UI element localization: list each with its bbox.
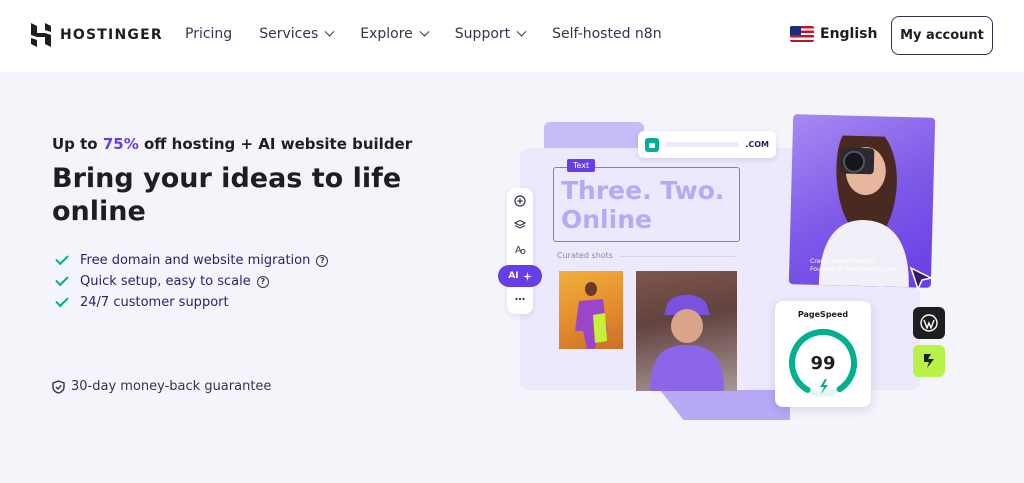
check-icon [55,293,69,308]
wordpress-badge [913,307,945,339]
feature-text: 24/7 customer support [80,295,229,310]
url-suffix: .COM [745,140,769,149]
language-label: English [820,26,878,42]
photo-woman-purple-hat [636,271,737,391]
money-back-guarantee: 30-day money-back guarantee [52,379,271,394]
help-icon[interactable]: ? [256,275,269,288]
pagespeed-card: PageSpeed 99 [775,301,871,407]
hero-title: Bring your ideas to life online [52,163,402,227]
url-bar: .COM [638,131,776,158]
page: HOSTINGER Pricing Services Explore Suppo… [0,0,1024,483]
decorative-shape [660,390,790,420]
check-icon [55,272,69,287]
svg-text:A: A [515,245,522,255]
mock-headline-line2: Online [561,205,652,234]
text-tag: Text [567,159,596,172]
more-icon [513,292,527,306]
styles-icon: A [513,242,527,256]
litespeed-icon [924,354,934,368]
chevron-down-icon [324,26,335,37]
feature-text: Free domain and website migration [80,253,311,268]
hostinger-logo-icon [31,23,51,47]
mock-headline-line1: Three. Two. [561,176,725,205]
layers-icon [513,218,527,232]
nav-explore-label: Explore [360,26,413,42]
caption-line1: Credit: Anna François [810,258,874,265]
feature-text: Quick setup, easy to scale [80,274,251,289]
nav-pricing-label: Pricing [185,26,233,42]
mock-headline: Three. Two. Online [561,176,724,234]
cursor-pointer-icon [909,266,933,292]
photo-caption: Credit: Anna François Founder of annafra… [810,258,898,274]
guarantee-text: 30-day money-back guarantee [71,379,272,394]
url-placeholder [665,142,740,147]
nav-explore[interactable]: Explore [360,26,430,42]
nav-support-label: Support [454,26,511,42]
feature-list: Free domain and website migration ? Quic… [55,250,329,313]
my-account-button[interactable]: My account [891,16,993,55]
ai-label: AI [508,271,519,281]
feature-item: Quick setup, easy to scale ? [55,271,328,292]
promo-highlight: 75% [102,135,139,153]
top-nav: HOSTINGER Pricing Services Explore Suppo… [0,0,1024,72]
caption-line2: Founder of annafrancois.com [810,266,898,273]
pagespeed-score: 99 [810,353,836,374]
add-icon [513,194,527,208]
promo-suffix: off hosting + AI website builder [138,135,413,153]
litespeed-badge [913,345,945,377]
nav-pricing[interactable]: Pricing [185,26,232,42]
promo-prefix: Up to [52,135,103,153]
chevron-down-icon [419,26,430,37]
photo-woman-yellow [559,271,623,349]
brand-name: HOSTINGER [60,27,163,43]
us-flag-icon [790,26,814,42]
nav-links: Pricing Services Explore Support Self-ho… [185,26,689,42]
feature-item: Free domain and website migration ? [55,250,329,271]
nav-support[interactable]: Support [454,26,527,42]
curated-shots-label: Curated shots [557,251,613,260]
check-icon [55,251,69,266]
wordpress-icon [920,314,938,332]
language-selector[interactable]: English [790,26,877,42]
nav-services[interactable]: Services [259,26,335,42]
ai-button: AI [498,265,542,287]
chevron-down-icon [516,26,527,37]
nav-services-label: Services [259,26,319,42]
divider [620,256,735,257]
sparkle-icon [522,271,532,281]
nav-n8n-label: Self-hosted n8n [552,26,662,42]
brand-logo[interactable]: HOSTINGER [31,23,163,47]
lock-icon [645,137,659,152]
builder-toolbar: A [507,188,533,314]
feature-item: 24/7 customer support [55,292,328,313]
promo-text: Up to 75% off hosting + AI website build… [52,135,412,153]
nav-self-hosted-n8n[interactable]: Self-hosted n8n [552,26,661,42]
shield-check-icon [52,379,65,394]
help-icon[interactable]: ? [316,254,329,267]
